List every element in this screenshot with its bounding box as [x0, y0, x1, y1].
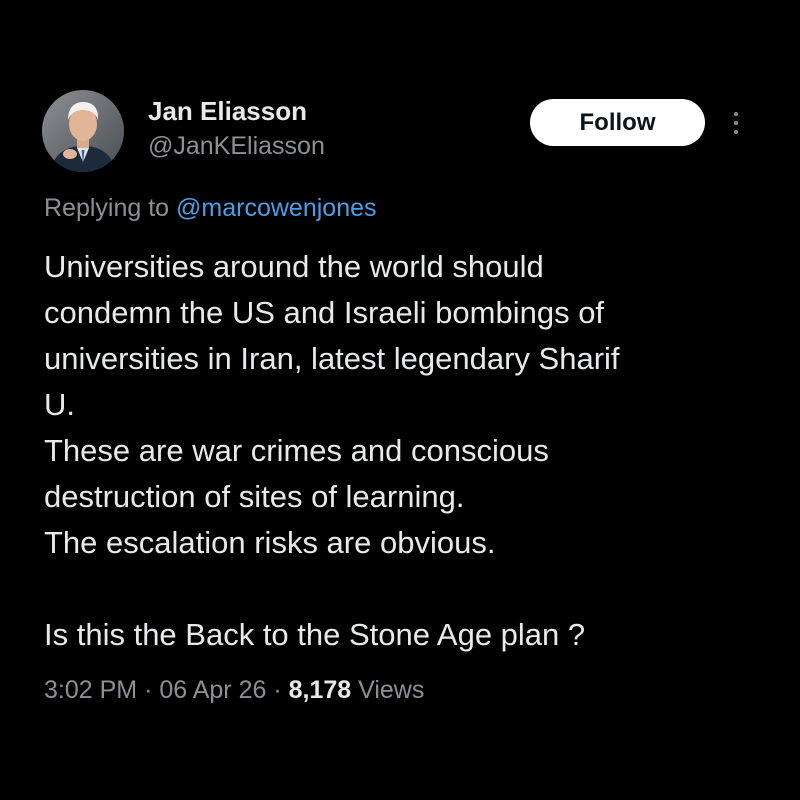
tweet-text-line: destruction of sites of learning. [44, 479, 465, 514]
meta-separator: · [273, 676, 282, 704]
tweet-text-line: universities in Iran, latest legendary S… [44, 341, 620, 376]
avatar-image [42, 90, 124, 172]
tweet: Jan Eliasson @JanKEliasson Follow Replyi… [0, 0, 800, 800]
more-dot-3 [734, 130, 738, 134]
more-dot-2 [734, 121, 738, 125]
more-dot-1 [734, 112, 738, 116]
tweet-text-line: condemn the US and Israeli bombings of [44, 295, 605, 330]
tweet-text-line: Universities around the world should [44, 249, 544, 284]
reply-mention-link[interactable]: @marcowenjones [176, 194, 376, 222]
author-name[interactable]: Jan Eliasson [148, 96, 307, 127]
more-vertical-icon[interactable] [724, 104, 748, 142]
tweet-text-line: The escalation risks are obvious. [44, 525, 496, 560]
tweet-text-line: U. [44, 387, 75, 422]
meta-separator: · [144, 676, 153, 704]
follow-button[interactable]: Follow [530, 99, 705, 146]
tweet-time[interactable]: 3:02 PM [44, 676, 137, 704]
views-count[interactable]: 8,178 [289, 676, 352, 704]
avatar[interactable] [42, 90, 124, 172]
tweet-meta: 3:02 PM · 06 Apr 26 · 8,178 Views [44, 676, 424, 705]
replying-to: Replying to @marcowenjones [44, 194, 377, 223]
author-handle[interactable]: @JanKEliasson [148, 132, 325, 161]
views-label[interactable]: Views [358, 676, 424, 704]
tweet-date[interactable]: 06 Apr 26 [159, 676, 266, 704]
tweet-text-line: Is this the Back to the Stone Age plan ? [44, 617, 586, 652]
tweet-text-line: These are war crimes and conscious [44, 433, 549, 468]
tweet-text: Universities around the world should con… [44, 244, 764, 658]
replying-to-label: Replying to [44, 194, 170, 222]
